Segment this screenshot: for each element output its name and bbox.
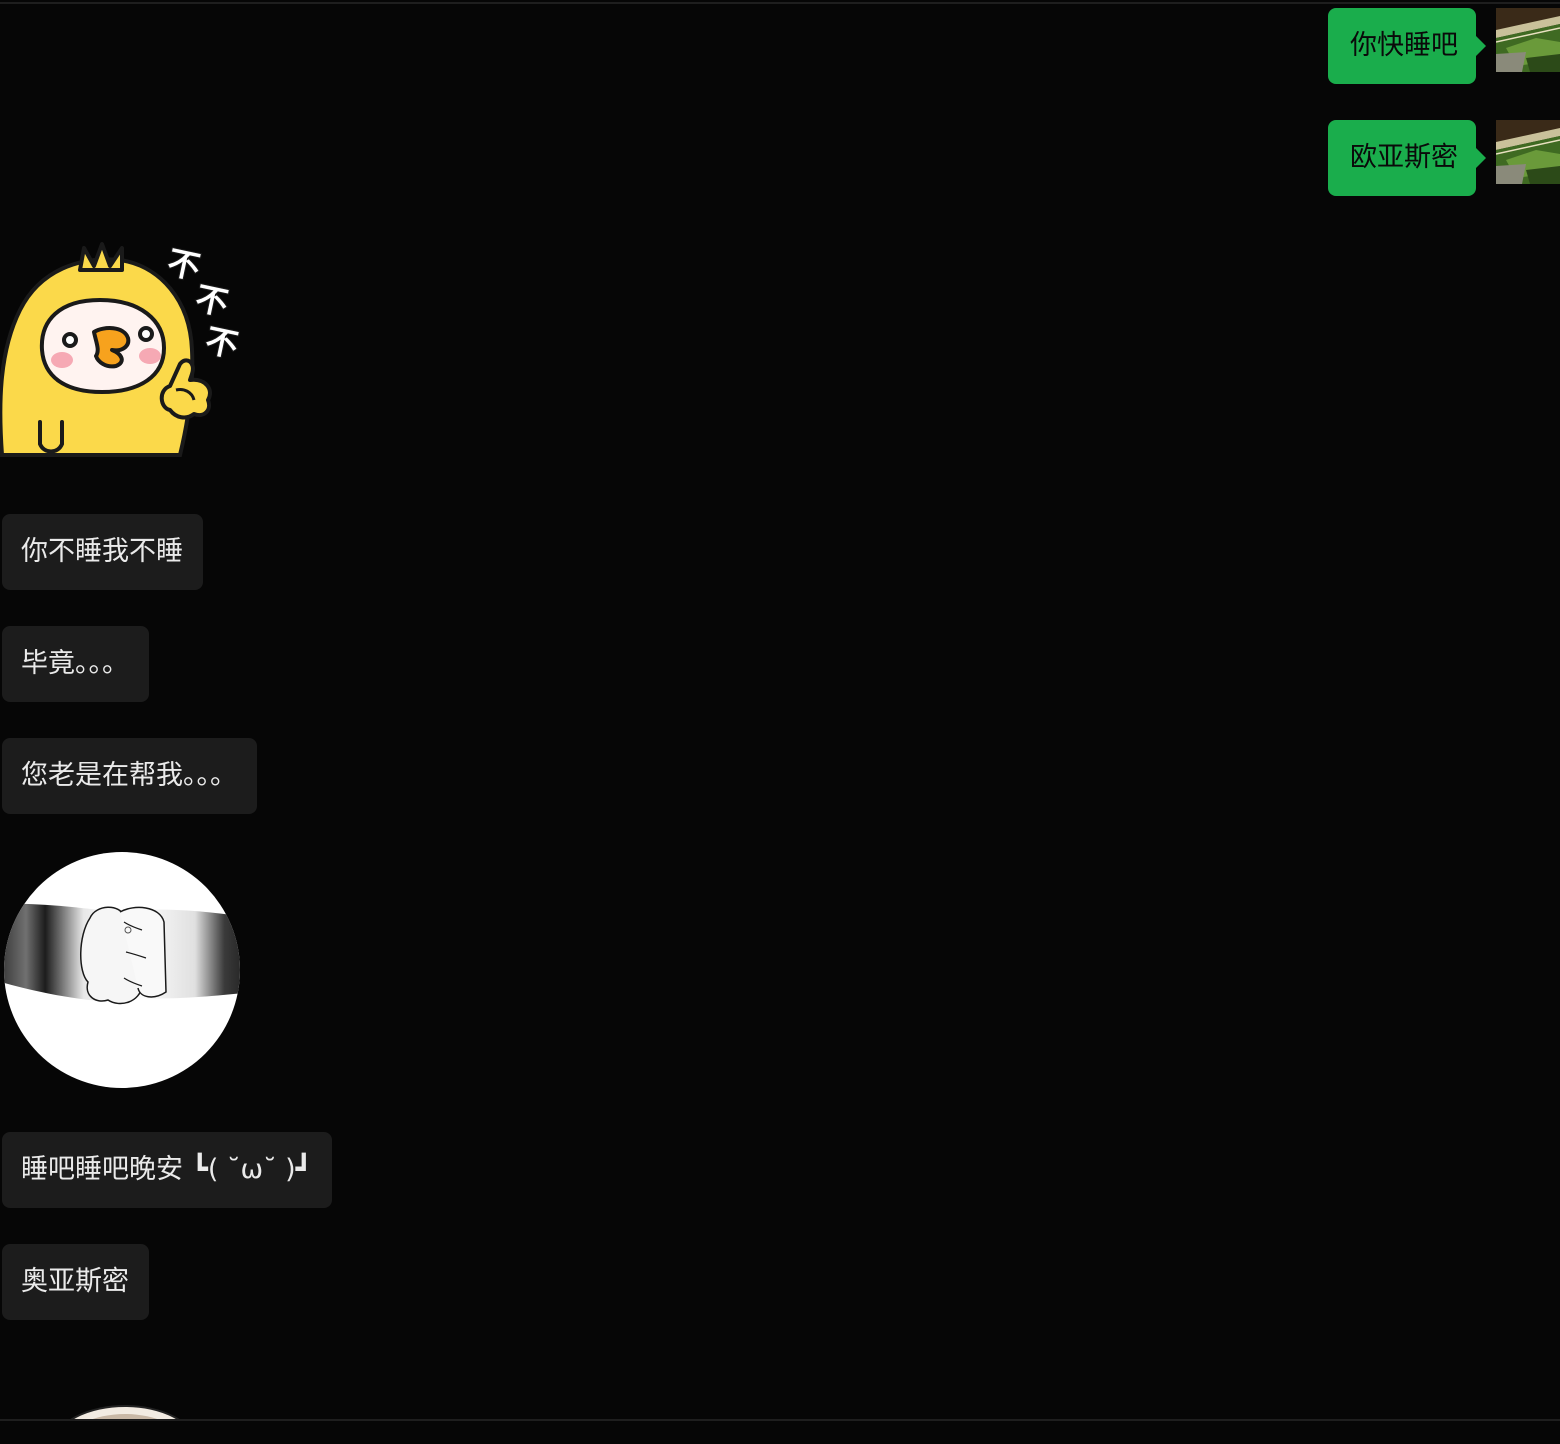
chick-sticker-image: 不 不 不 bbox=[0, 242, 243, 457]
partial-sticker-image bbox=[68, 1405, 182, 1420]
my-avatar[interactable] bbox=[1496, 120, 1560, 184]
input-area-edge bbox=[0, 1421, 1560, 1444]
my-avatar[interactable] bbox=[1496, 8, 1560, 72]
received-message-bubble[interactable]: 毕竟。。。 bbox=[2, 626, 149, 702]
landscape-avatar-image bbox=[1496, 120, 1560, 184]
partial-sticker[interactable] bbox=[50, 1404, 200, 1420]
paw-fist-bump-sticker[interactable] bbox=[4, 852, 240, 1088]
message-row-sent: 你快睡吧 bbox=[1300, 8, 1560, 84]
sent-message-bubble[interactable]: 欧亚斯密 bbox=[1328, 120, 1486, 196]
received-message-bubble[interactable]: 你不睡我不睡 bbox=[2, 514, 203, 590]
received-message-bubble[interactable]: 睡吧睡吧晚安 ┗( ˘ω˘ )┛ bbox=[2, 1132, 332, 1208]
landscape-avatar-image bbox=[1496, 8, 1560, 72]
fist-bump-image bbox=[4, 852, 240, 1088]
sticker-caption-1: 不 bbox=[164, 243, 203, 287]
sticker-caption-2: 不 bbox=[192, 279, 231, 323]
received-message-bubble[interactable]: 您老是在帮我。。。 bbox=[2, 738, 257, 814]
sticker-caption-3: 不 bbox=[202, 321, 241, 365]
received-message-bubble[interactable]: 奥亚斯密 bbox=[2, 1244, 149, 1320]
top-divider bbox=[0, 2, 1560, 4]
chick-thumbs-up-sticker[interactable]: 不 不 不 bbox=[0, 240, 250, 462]
message-row-sent: 欧亚斯密 bbox=[1300, 120, 1560, 196]
sent-message-bubble[interactable]: 你快睡吧 bbox=[1328, 8, 1486, 84]
